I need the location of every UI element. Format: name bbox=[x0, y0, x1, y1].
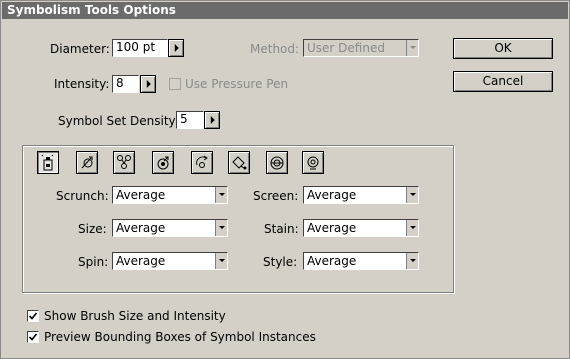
show-brush-size-label: Show Brush Size and Intensity bbox=[44, 309, 226, 323]
symbol-sprayer-icon bbox=[41, 154, 54, 171]
size-label: Size: bbox=[78, 222, 107, 236]
diameter-arrow-button[interactable] bbox=[168, 39, 184, 57]
cancel-button[interactable]: Cancel bbox=[453, 71, 553, 92]
dialog-title: Symbolism Tools Options bbox=[2, 2, 568, 19]
use-pressure-pen-checkbox[interactable] bbox=[169, 78, 181, 90]
symbol-sizer-button[interactable] bbox=[152, 151, 174, 174]
spin-select[interactable]: Average bbox=[112, 252, 228, 270]
size-value: Average bbox=[116, 221, 166, 235]
symbol-spinner-icon bbox=[196, 155, 208, 168]
chevron-down-icon bbox=[215, 253, 227, 269]
density-input[interactable]: 5 bbox=[176, 111, 204, 129]
intensity-label: Intensity: bbox=[54, 77, 110, 91]
ok-button[interactable]: OK bbox=[453, 38, 553, 59]
symbol-styler-button[interactable] bbox=[302, 151, 324, 174]
symbol-sizer-icon bbox=[157, 156, 169, 170]
method-value: User Defined bbox=[307, 41, 385, 55]
scrunch-label: Scrunch: bbox=[56, 189, 109, 203]
checkmark-icon bbox=[28, 333, 38, 341]
spin-value: Average bbox=[116, 254, 166, 268]
use-pressure-pen-label: Use Pressure Pen bbox=[185, 77, 289, 91]
chevron-down-icon bbox=[215, 187, 227, 203]
size-select[interactable]: Average bbox=[112, 219, 228, 237]
screen-value: Average bbox=[307, 188, 357, 202]
scrunch-value: Average bbox=[116, 188, 166, 202]
diameter-input[interactable]: 100 pt bbox=[112, 39, 168, 57]
screen-select[interactable]: Average bbox=[303, 186, 419, 204]
checkmark-icon bbox=[28, 312, 38, 320]
symbol-screener-icon bbox=[270, 156, 284, 170]
symbol-screener-button[interactable] bbox=[266, 151, 288, 174]
style-label: Style: bbox=[263, 255, 298, 269]
symbol-scruncher-button[interactable] bbox=[113, 151, 135, 174]
stain-label: Stain: bbox=[264, 222, 299, 236]
diameter-label: Diameter: bbox=[50, 42, 110, 56]
right-arrow-icon bbox=[146, 80, 151, 88]
chevron-down-icon bbox=[406, 253, 418, 269]
preview-bounding-boxes-label: Preview Bounding Boxes of Symbol Instanc… bbox=[44, 330, 316, 344]
right-arrow-icon bbox=[210, 116, 215, 124]
stain-value: Average bbox=[307, 221, 357, 235]
symbol-styler-icon bbox=[307, 156, 319, 170]
intensity-input[interactable]: 8 bbox=[112, 75, 139, 93]
symbolism-tools-options-dialog: Symbolism Tools Options Diameter: 100 pt… bbox=[0, 0, 570, 359]
method-select[interactable]: User Defined bbox=[303, 39, 419, 57]
symbol-stainer-icon bbox=[232, 156, 247, 170]
screen-label: Screen: bbox=[253, 189, 299, 203]
chevron-down-icon bbox=[406, 40, 418, 56]
symbol-stainer-button[interactable] bbox=[228, 151, 250, 174]
symbol-shifter-icon bbox=[81, 156, 93, 169]
symbol-shifter-button[interactable] bbox=[76, 151, 98, 174]
symbol-set-density-label: Symbol Set Density: bbox=[58, 114, 179, 128]
stain-select[interactable]: Average bbox=[303, 219, 419, 237]
show-brush-size-checkbox[interactable] bbox=[27, 310, 39, 322]
scrunch-select[interactable]: Average bbox=[112, 186, 228, 204]
spin-label: Spin: bbox=[78, 255, 109, 269]
symbol-sprayer-button[interactable] bbox=[37, 151, 59, 174]
chevron-down-icon bbox=[406, 187, 418, 203]
chevron-down-icon bbox=[406, 220, 418, 236]
style-select[interactable]: Average bbox=[303, 252, 419, 270]
preview-bounding-boxes-checkbox[interactable] bbox=[27, 331, 39, 343]
intensity-arrow-button[interactable] bbox=[140, 75, 156, 93]
method-label: Method: bbox=[250, 42, 300, 56]
symbol-spinner-button[interactable] bbox=[191, 151, 213, 174]
right-arrow-icon bbox=[174, 44, 179, 52]
symbol-scruncher-icon bbox=[117, 155, 131, 169]
style-value: Average bbox=[307, 254, 357, 268]
density-arrow-button[interactable] bbox=[204, 111, 220, 129]
chevron-down-icon bbox=[215, 220, 227, 236]
